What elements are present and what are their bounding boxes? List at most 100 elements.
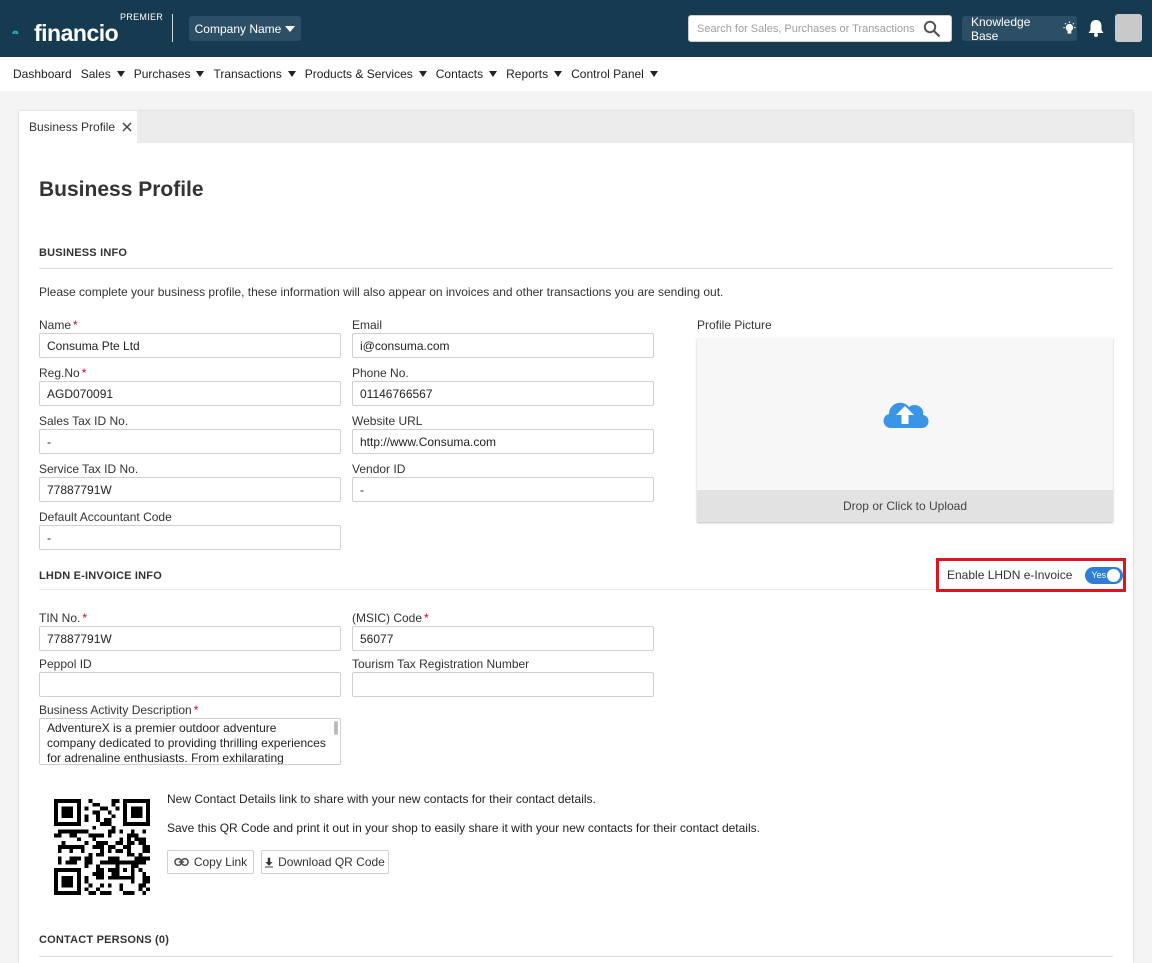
caret-down-icon [554,71,563,77]
nav-item-label: Products & Services [304,67,413,81]
name-input[interactable] [39,333,341,358]
copy-link-button[interactable]: Copy Link [167,850,254,874]
logo-tag: PREMIER [120,12,164,22]
business-info-intro: Please complete your business profile, t… [39,285,724,299]
profile-picture-label: Profile Picture [697,318,772,332]
nav-item-purchases[interactable]: Purchases [134,67,205,81]
tab-strip: Business Profile [19,111,1133,143]
tourism-tax-label: Tourism Tax Registration Number [352,657,530,671]
nav-item-sales[interactable]: Sales [81,67,125,81]
section-heading-einvoice: LHDN E-INVOICE INFO [39,570,162,582]
peppol-input[interactable] [39,672,341,697]
header-divider [172,14,173,42]
cloud-upload-icon [883,402,929,428]
textarea-scrollbar[interactable] [334,721,338,735]
main-navigation: Dashboard Sales Purchases Transactions Produ… [0,57,1152,91]
download-icon [265,857,274,867]
nav-item-label: Contacts [435,67,484,81]
close-icon[interactable] [122,122,132,132]
download-qr-button[interactable]: Download QR Code [261,850,389,874]
divider [39,268,1113,269]
lightbulb-icon [1063,21,1076,34]
toggle-knob [1107,568,1120,582]
caret-down-icon [285,25,296,32]
service-tax-input[interactable] [39,477,341,502]
tin-input[interactable] [39,626,341,651]
tourism-tax-input[interactable] [352,672,654,697]
search-input[interactable] [689,16,925,41]
reg-no-label: Reg.No * [39,366,87,380]
email-input[interactable] [352,333,654,358]
peppol-label: Peppol ID [39,657,92,671]
activity-text: AdventureX is a premier outdoor adventur… [47,721,326,765]
sales-tax-input[interactable] [39,429,341,454]
activity-label: Business Activity Description * [39,703,199,717]
download-qr-label: Download QR Code [278,855,385,869]
website-input[interactable] [352,429,654,454]
page-title: Business Profile [39,178,204,201]
sales-tax-label: Sales Tax ID No. [39,414,129,428]
nav-item-contacts[interactable]: Contacts [435,67,498,81]
name-label: Name * [39,318,78,332]
user-avatar[interactable] [1115,14,1142,42]
accountant-code-input[interactable] [39,525,341,550]
msic-label: (MSIC) Code * [352,611,429,625]
knowledge-base-button[interactable]: Knowledge Base [962,14,1077,43]
caret-down-icon [116,71,125,77]
email-label: Email [352,318,383,332]
caret-down-icon [196,71,205,77]
caret-down-icon [418,71,427,77]
vendor-id-input[interactable] [352,477,654,502]
einvoice-toggle-label: Enable LHDN e-Invoice [947,568,1073,582]
profile-picture-dropzone[interactable]: Drop or Click to Upload [697,338,1113,522]
nav-item-label: Control Panel [571,67,644,81]
nav-item-products-services[interactable]: Products & Services [305,67,427,81]
einvoice-toggle[interactable]: Yes [1085,566,1123,584]
divider [39,956,1113,957]
qr-description-line-1: New Contact Details link to share with y… [167,792,596,806]
tab-label: Business Profile [29,120,116,134]
caret-down-icon [489,71,498,77]
top-bar: financio PREMIER Company Name Knowledge … [0,0,1152,57]
knowledge-base-label: Knowledge Base [971,14,1031,43]
tin-label: TIN No. * [39,611,88,625]
nav-item-label: Sales [80,67,111,81]
content-panel: Business Profile Business Profile BUSINE… [19,111,1133,963]
phone-label: Phone No. [352,366,409,380]
activity-textarea[interactable]: AdventureX is a premier outdoor adventur… [39,718,341,765]
nav-item-label: Purchases [133,67,191,81]
toggle-state-text: Yes [1091,569,1107,580]
company-selector-label: Company Name [194,21,282,36]
contact-qr-code [54,799,150,895]
section-heading-contact-persons: CONTACT PERSONS (0) [39,934,170,946]
section-heading-business-info: BUSINESS INFO [39,247,128,259]
nav-item-reports[interactable]: Reports [506,67,563,81]
einvoice-toggle-highlight: Enable LHDN e-Invoice Yes [936,558,1126,592]
caret-down-icon [649,71,658,77]
msic-input[interactable] [352,626,654,651]
nav-item-label: Dashboard [13,67,72,81]
search-box [688,15,952,42]
nav-item-dashboard[interactable]: Dashboard [13,67,72,81]
search-icon[interactable] [923,20,941,38]
reg-no-input[interactable] [39,381,341,406]
nav-item-control-panel[interactable]: Control Panel [571,67,658,81]
caret-down-icon [287,71,296,77]
nav-item-transactions[interactable]: Transactions [213,67,296,81]
phone-input[interactable] [352,381,654,406]
tab-business-profile[interactable]: Business Profile [19,111,137,143]
service-tax-label: Service Tax ID No. [39,462,139,476]
upload-prompt: Drop or Click to Upload [697,490,1113,522]
notification-bell-icon[interactable] [1086,18,1106,38]
qr-description-line-2: Save this QR Code and print it out in yo… [167,821,760,835]
copy-link-label: Copy Link [193,855,248,869]
link-icon [174,858,189,866]
nav-item-label: Transactions [213,67,282,81]
nav-item-label: Reports [506,67,549,81]
website-label: Website URL [352,414,423,428]
accountant-code-label: Default Accountant Code [39,510,172,524]
company-selector-button[interactable]: Company Name [189,16,301,41]
logo-text: financio [34,20,119,46]
vendor-id-label: Vendor ID [352,462,406,476]
logo[interactable]: financio PREMIER [0,0,165,57]
